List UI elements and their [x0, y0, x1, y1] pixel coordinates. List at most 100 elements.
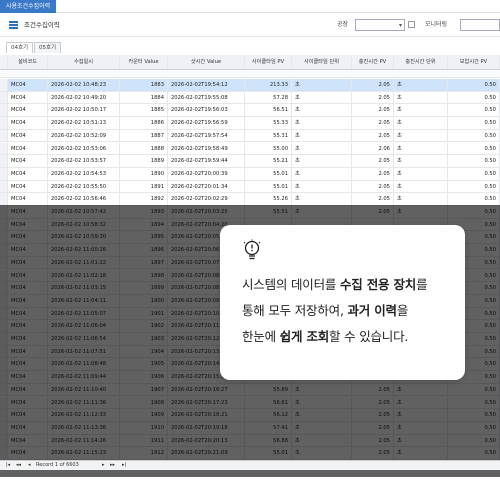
table-cell[interactable]: 2.06: [352, 142, 394, 155]
table-cell[interactable]: 2026-02-02 10:50:17: [48, 104, 120, 117]
table-cell[interactable]: 2026-02-02T19:55:08: [168, 91, 245, 104]
table-cell[interactable]: 0.50: [448, 167, 500, 180]
row-indicator[interactable]: [0, 167, 8, 180]
table-cell[interactable]: 2026-02-02 10:49:20: [48, 91, 120, 104]
table-cell[interactable]: 초: [292, 79, 352, 91]
table-cell[interactable]: 2026-02-02 10:56:46: [48, 193, 120, 205]
row-indicator[interactable]: [0, 79, 8, 91]
table-cell[interactable]: MC04: [8, 91, 48, 104]
table-cell[interactable]: 55.21: [245, 155, 292, 167]
table-cell[interactable]: 57.28: [245, 91, 292, 104]
table-cell[interactable]: 55.00: [245, 142, 292, 155]
table-cell[interactable]: 0.50: [448, 79, 500, 91]
row-indicator[interactable]: [0, 193, 8, 205]
table-cell[interactable]: 2026-02-02T19:59:44: [168, 155, 245, 167]
table-cell[interactable]: 2026-02-02 10:55:50: [48, 180, 120, 193]
table-cell[interactable]: 0.50: [448, 180, 500, 193]
table-row[interactable]: MC04 2026-02-02 10:54:53 1890 2026-02-02T20…: [0, 167, 500, 181]
table-cell[interactable]: 2026-02-02T19:56:59: [168, 117, 245, 129]
column-header[interactable]: 사이클타임 단위: [292, 55, 352, 69]
table-row[interactable]: MC04 2026-02-02 10:49:20 1884 2026-02-02T19…: [0, 91, 500, 105]
table-cell[interactable]: 2026-02-02T19:54:12: [168, 79, 245, 91]
table-cell[interactable]: MC04: [8, 104, 48, 117]
table-cell[interactable]: 초: [394, 104, 448, 117]
monitor-input[interactable]: [460, 19, 500, 31]
column-header[interactable]: 보압시간 PV: [448, 55, 500, 69]
table-cell[interactable]: 56.51: [245, 104, 292, 117]
row-indicator[interactable]: [0, 129, 8, 142]
table-cell[interactable]: 0.50: [448, 155, 500, 167]
table-cell[interactable]: 초: [292, 142, 352, 155]
table-cell[interactable]: 2026-02-02 10:53:06: [48, 142, 120, 155]
table-cell[interactable]: MC04: [8, 193, 48, 205]
prev-record-icon[interactable]: ◂: [28, 461, 31, 470]
column-header[interactable]: 수집일시: [48, 55, 120, 69]
table-cell[interactable]: 초: [394, 193, 448, 205]
table-cell[interactable]: 2.05: [352, 155, 394, 167]
next-page-icon[interactable]: ▸▸: [110, 461, 115, 470]
table-cell[interactable]: 1886: [120, 117, 168, 129]
plant-select[interactable]: ▾: [355, 19, 405, 31]
table-cell[interactable]: MC04: [8, 155, 48, 167]
table-cell[interactable]: 2.05: [352, 180, 394, 193]
table-cell[interactable]: 2026-02-02T20:00:39: [168, 167, 245, 180]
table-row[interactable]: MC04 2026-02-02 10:51:13 1886 2026-02-02T19…: [0, 117, 500, 130]
table-cell[interactable]: 2026-02-02T19:56:03: [168, 104, 245, 117]
row-indicator[interactable]: [0, 117, 8, 129]
table-cell[interactable]: 0.50: [448, 104, 500, 117]
column-header[interactable]: 사이클타임 PV: [245, 55, 292, 69]
table-row[interactable]: MC04 2026-02-02 10:53:06 1888 2026-02-02T19…: [0, 142, 500, 156]
table-cell[interactable]: 초: [394, 167, 448, 180]
table-cell[interactable]: 초: [292, 167, 352, 180]
table-cell[interactable]: 0.50: [448, 193, 500, 205]
table-cell[interactable]: 2026-02-02 10:52:09: [48, 129, 120, 142]
table-cell[interactable]: 1892: [120, 193, 168, 205]
table-cell[interactable]: MC04: [8, 129, 48, 142]
tab-05[interactable]: 05호기: [34, 42, 62, 53]
table-cell[interactable]: 2026-02-02 10:53:57: [48, 155, 120, 167]
table-cell[interactable]: 1884: [120, 91, 168, 104]
table-cell[interactable]: 2.05: [352, 104, 394, 117]
row-indicator[interactable]: [0, 142, 8, 155]
table-cell[interactable]: 2026-02-02 10:54:53: [48, 167, 120, 180]
table-cell[interactable]: 초: [394, 91, 448, 104]
table-row[interactable]: MC04 2026-02-02 10:50:17 1885 2026-02-02T19…: [0, 104, 500, 118]
column-header[interactable]: 충진시간 단위: [394, 55, 448, 69]
last-record-icon[interactable]: ▸|: [122, 461, 126, 470]
row-indicator[interactable]: [0, 180, 8, 193]
table-cell[interactable]: 초: [394, 129, 448, 142]
table-cell[interactable]: 초: [292, 193, 352, 205]
table-cell[interactable]: 초: [394, 155, 448, 167]
next-record-icon[interactable]: ▸: [102, 461, 105, 470]
row-indicator[interactable]: [0, 91, 8, 104]
table-cell[interactable]: 55.31: [245, 129, 292, 142]
table-cell[interactable]: MC04: [8, 142, 48, 155]
filter-row[interactable]: [0, 70, 500, 78]
column-header[interactable]: 카운터 Value: [120, 55, 168, 69]
table-cell[interactable]: 초: [292, 129, 352, 142]
table-cell[interactable]: 0.50: [448, 129, 500, 142]
table-cell[interactable]: 2.05: [352, 117, 394, 129]
tab-04[interactable]: 04호기: [6, 42, 34, 53]
table-cell[interactable]: 1888: [120, 142, 168, 155]
table-cell[interactable]: 55.01: [245, 167, 292, 180]
table-cell[interactable]: 1890: [120, 167, 168, 180]
table-cell[interactable]: 213.33: [245, 79, 292, 91]
row-indicator[interactable]: [0, 104, 8, 117]
table-cell[interactable]: 초: [394, 79, 448, 91]
table-cell[interactable]: MC04: [8, 117, 48, 129]
table-cell[interactable]: 0.50: [448, 142, 500, 155]
table-cell[interactable]: 초: [394, 180, 448, 193]
table-cell[interactable]: 1883: [120, 79, 168, 91]
column-header[interactable]: 샷시간 Value: [168, 55, 245, 69]
table-cell[interactable]: MC04: [8, 167, 48, 180]
table-cell[interactable]: MC04: [8, 180, 48, 193]
table-cell[interactable]: 1887: [120, 129, 168, 142]
row-indicator[interactable]: [0, 155, 8, 167]
column-header[interactable]: 설비코드: [8, 55, 48, 69]
table-cell[interactable]: 초: [292, 180, 352, 193]
table-cell[interactable]: 2026-02-02T19:58:49: [168, 142, 245, 155]
table-cell[interactable]: 초: [292, 117, 352, 129]
monitor-checkbox[interactable]: [408, 19, 418, 31]
table-cell[interactable]: 2026-02-02T19:57:54: [168, 129, 245, 142]
